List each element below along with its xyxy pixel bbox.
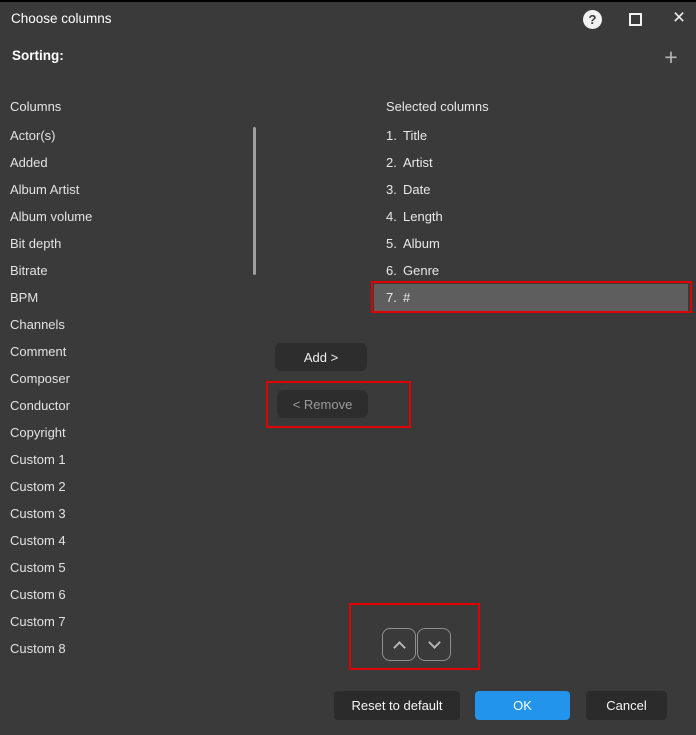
selected-column-item[interactable]: 3. Date <box>374 176 688 203</box>
remove-button[interactable]: < Remove <box>277 390 368 418</box>
selected-column-number: 2. <box>386 155 403 170</box>
selected-column-number: 5. <box>386 236 403 251</box>
selected-column-item[interactable]: 5. Album <box>374 230 688 257</box>
available-column-label: Custom 4 <box>10 533 66 548</box>
selected-column-item[interactable]: 2. Artist <box>374 149 688 176</box>
available-column-label: Custom 6 <box>10 587 66 602</box>
available-column-label: Custom 1 <box>10 452 66 467</box>
selected-column-number: 1. <box>386 128 403 143</box>
available-column-item[interactable]: Custom 4 <box>0 527 250 554</box>
available-column-item[interactable]: Conductor <box>0 392 250 419</box>
available-column-label: Album Artist <box>10 182 79 197</box>
selected-column-item[interactable]: 4. Length <box>374 203 688 230</box>
available-column-item[interactable]: Custom 7 <box>0 608 250 635</box>
reset-to-default-button[interactable]: Reset to default <box>334 691 460 720</box>
available-column-label: Bit depth <box>10 236 61 251</box>
available-column-label: BPM <box>10 290 38 305</box>
available-column-item[interactable]: Bitrate <box>0 257 250 284</box>
available-column-item[interactable]: Custom 8 <box>0 635 250 662</box>
available-column-item[interactable]: Custom 5 <box>0 554 250 581</box>
move-up-button[interactable] <box>382 628 416 661</box>
selected-column-number: 4. <box>386 209 403 224</box>
chevron-up-icon <box>393 641 406 654</box>
cancel-button[interactable]: Cancel <box>586 691 667 720</box>
available-column-item[interactable]: Custom 6 <box>0 581 250 608</box>
ok-button[interactable]: OK <box>475 691 570 720</box>
chevron-down-icon <box>428 636 441 649</box>
available-column-label: Album volume <box>10 209 92 224</box>
available-column-label: Custom 8 <box>10 641 66 656</box>
available-column-label: Custom 7 <box>10 614 66 629</box>
available-column-label: Custom 5 <box>10 560 66 575</box>
selected-column-item[interactable]: 7. # <box>374 284 688 311</box>
available-column-label: Custom 2 <box>10 479 66 494</box>
selected-columns-header: Selected columns <box>386 99 489 114</box>
window-top-border <box>0 0 696 2</box>
available-column-item[interactable]: Album Artist <box>0 176 250 203</box>
available-column-label: Channels <box>10 317 65 332</box>
available-column-item[interactable]: Actor(s) <box>0 122 250 149</box>
available-column-label: Bitrate <box>10 263 48 278</box>
available-column-item[interactable]: Custom 2 <box>0 473 250 500</box>
selected-column-number: 3. <box>386 182 403 197</box>
available-column-label: Added <box>10 155 48 170</box>
selected-column-number: 6. <box>386 263 403 278</box>
selected-column-label: Album <box>403 236 440 251</box>
available-column-label: Actor(s) <box>10 128 56 143</box>
available-columns-list: Actor(s) Added Album Artist Album volume… <box>0 122 250 662</box>
add-button[interactable]: Add > <box>275 343 367 371</box>
available-columns-header: Columns <box>10 99 61 114</box>
selected-column-label: Title <box>403 128 427 143</box>
selected-column-label: # <box>403 290 410 305</box>
available-column-label: Conductor <box>10 398 70 413</box>
dialog-title: Choose columns <box>11 11 112 26</box>
available-column-item[interactable]: Added <box>0 149 250 176</box>
available-column-label: Comment <box>10 344 66 359</box>
add-sorting-icon[interactable]: + <box>661 44 681 70</box>
move-down-button[interactable] <box>417 628 451 661</box>
available-column-item[interactable]: Album volume <box>0 203 250 230</box>
maximize-icon[interactable] <box>629 13 642 26</box>
available-column-item[interactable]: Channels <box>0 311 250 338</box>
available-column-item[interactable]: Bit depth <box>0 230 250 257</box>
help-icon[interactable]: ? <box>583 10 602 29</box>
selected-column-number: 7. <box>386 290 403 305</box>
sorting-label: Sorting: <box>12 48 64 63</box>
selected-column-label: Artist <box>403 155 433 170</box>
available-column-label: Custom 3 <box>10 506 66 521</box>
selected-column-label: Length <box>403 209 443 224</box>
selected-column-label: Genre <box>403 263 439 278</box>
selected-column-item[interactable]: 1. Title <box>374 122 688 149</box>
scrollbar-thumb[interactable] <box>253 127 256 275</box>
selected-column-item[interactable]: 6. Genre <box>374 257 688 284</box>
selected-column-label: Date <box>403 182 430 197</box>
available-column-item[interactable]: Comment <box>0 338 250 365</box>
available-column-item[interactable]: BPM <box>0 284 250 311</box>
close-icon[interactable]: × <box>670 4 688 32</box>
available-column-item[interactable]: Custom 3 <box>0 500 250 527</box>
available-column-label: Composer <box>10 371 70 386</box>
available-column-item[interactable]: Composer <box>0 365 250 392</box>
available-column-item[interactable]: Copyright <box>0 419 250 446</box>
selected-columns-list: 1. Title 2. Artist 3. Date 4. Length 5. … <box>374 122 688 311</box>
available-column-label: Copyright <box>10 425 66 440</box>
available-column-item[interactable]: Custom 1 <box>0 446 250 473</box>
